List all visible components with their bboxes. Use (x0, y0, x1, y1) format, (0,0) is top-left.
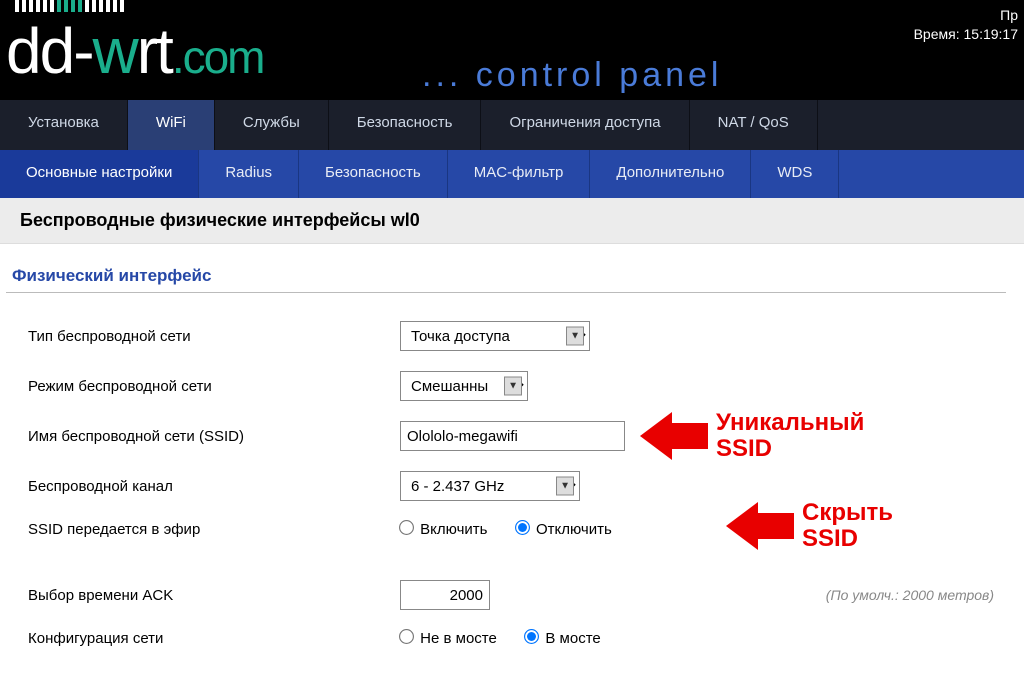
row-broadcast: SSID передается в эфир Включить Отключит… (0, 511, 1024, 548)
label-netcfg: Конфигурация сети (28, 630, 400, 647)
radio-broadcast-on[interactable] (399, 520, 414, 535)
row-ack: Выбор времени ACK (По умолч.: 2000 метро… (0, 570, 1024, 620)
row-ssid: Имя беспроводной сети (SSID) (0, 411, 1024, 461)
tab-setup[interactable]: Установка (0, 100, 128, 150)
logo-ticks (15, 0, 124, 12)
subtab-advanced[interactable]: Дополнительно (590, 150, 751, 198)
tab-access[interactable]: Ограничения доступа (481, 100, 689, 150)
row-wlmode: Режим беспроводной сети Смешанный (0, 361, 1024, 411)
row-netcfg: Конфигурация сети Не в мосте В мосте (0, 620, 1024, 657)
row-wltype: Тип беспроводной сети Точка доступа (0, 311, 1024, 361)
input-ssid[interactable] (400, 421, 625, 451)
status-product: Пр (914, 6, 1018, 25)
radio-unbridged[interactable] (399, 629, 414, 644)
main-tabs: Установка WiFi Службы Безопасность Огран… (0, 100, 1024, 150)
label-ack: Выбор времени ACK (28, 587, 400, 604)
subtab-macfilter[interactable]: MAC-фильтр (448, 150, 591, 198)
label-wlmode: Режим беспроводной сети (28, 378, 400, 395)
control-panel-label: ... control panel (422, 56, 722, 95)
logo: dd-wrt.com (6, 14, 264, 88)
fieldset-legend: Физический интерфейс (6, 266, 1006, 293)
select-wlmode[interactable]: Смешанный (400, 371, 528, 401)
section-title: Беспроводные физические интерфейсы wl0 (0, 198, 1024, 244)
sub-tabs: Основные настройки Radius Безопасность M… (0, 150, 1024, 198)
row-channel: Беспроводной канал 6 - 2.437 GHz (0, 461, 1024, 511)
radio-bridged[interactable] (524, 629, 539, 644)
radio-broadcast-off-label[interactable]: Отключить (516, 521, 612, 538)
status-time: Время: 15:19:17 (914, 25, 1018, 44)
note-ack: (По умолч.: 2000 метров) (826, 587, 1024, 603)
select-channel[interactable]: 6 - 2.437 GHz (400, 471, 580, 501)
input-ack[interactable] (400, 580, 490, 610)
label-ssid: Имя беспроводной сети (SSID) (28, 428, 400, 445)
radio-bridged-label[interactable]: В мосте (525, 630, 601, 647)
subtab-basic[interactable]: Основные настройки (0, 150, 199, 198)
radio-unbridged-label[interactable]: Не в мосте (400, 630, 497, 647)
subtab-wsecurity[interactable]: Безопасность (299, 150, 448, 198)
label-broadcast: SSID передается в эфир (28, 521, 400, 538)
radio-broadcast-on-label[interactable]: Включить (400, 521, 487, 538)
label-channel: Беспроводной канал (28, 478, 400, 495)
header: dd-wrt.com ... control panel Пр Время: 1… (0, 0, 1024, 100)
content: Физический интерфейс Тип беспроводной се… (0, 244, 1024, 657)
tab-services[interactable]: Службы (215, 100, 329, 150)
tab-security[interactable]: Безопасность (329, 100, 482, 150)
subtab-radius[interactable]: Radius (199, 150, 299, 198)
header-status: Пр Время: 15:19:17 (914, 6, 1018, 44)
select-wltype[interactable]: Точка доступа (400, 321, 590, 351)
label-wltype: Тип беспроводной сети (28, 328, 400, 345)
tab-natqos[interactable]: NAT / QoS (690, 100, 818, 150)
tab-wifi[interactable]: WiFi (128, 100, 215, 150)
subtab-wds[interactable]: WDS (751, 150, 839, 198)
radio-broadcast-off[interactable] (515, 520, 530, 535)
